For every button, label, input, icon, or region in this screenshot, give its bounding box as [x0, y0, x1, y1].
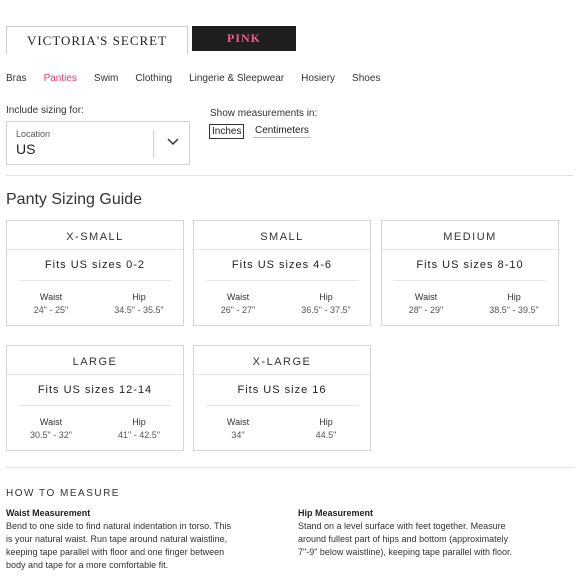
size-card-large: LARGE Fits US sizes 12-14 Waist 30.5" - … [6, 345, 184, 451]
waist-column: Waist 30.5" - 32" [11, 417, 91, 440]
size-card-x-small: X-SMALL Fits US sizes 0-2 Waist 24" - 25… [6, 220, 184, 326]
chevron-down-icon[interactable] [165, 134, 181, 150]
waist-value: 28" - 29" [408, 305, 444, 315]
card-divider [206, 405, 358, 406]
hip-value: 41" - 42.5" [118, 430, 160, 440]
size-name: MEDIUM [443, 231, 497, 243]
size-fits: Fits US sizes 0-2 [44, 259, 146, 271]
include-sizing-label: Include sizing for: [6, 105, 84, 116]
hip-column: Hip 41" - 42.5" [99, 417, 179, 440]
hip-measurement-title: Hip Measurement [298, 508, 374, 518]
waist-measurement-title: Waist Measurement [6, 508, 91, 518]
hip-measurement-line: around fullest part of hips and bottom (… [298, 534, 509, 544]
card-divider [394, 280, 546, 281]
waist-measurement-section: Waist Measurement Bend to one side to fi… [6, 507, 291, 572]
card-divider [7, 374, 183, 375]
waist-measurement-line: is your natural waist. Run tape around n… [6, 534, 228, 544]
size-name: LARGE [72, 356, 118, 368]
waist-value: 34" [231, 430, 245, 440]
hip-value: 38.5" - 39.5" [489, 305, 539, 315]
nav-item-panties[interactable]: Panties [44, 73, 77, 84]
hip-value: 44.5" [315, 430, 337, 440]
nav-item-hosiery[interactable]: Hosiery [301, 73, 335, 84]
hip-column: Hip 34.5" - 35.5" [99, 292, 179, 315]
hip-measurement-line: Stand on a level surface with feet toget… [298, 521, 506, 531]
nav-item-lingerie-sleepwear[interactable]: Lingerie & Sleepwear [189, 73, 284, 84]
waist-column: Waist 34" [198, 417, 278, 440]
nav-item-shoes[interactable]: Shoes [352, 73, 380, 84]
size-name: X-SMALL [66, 231, 124, 243]
card-divider [7, 249, 183, 250]
card-divider [19, 405, 171, 406]
hip-column: Hip 44.5" [286, 417, 366, 440]
section-divider [6, 467, 574, 468]
size-name: X-LARGE [252, 356, 312, 368]
hip-label: Hip [132, 292, 146, 302]
waist-label: Waist [414, 292, 438, 302]
size-name: SMALL [260, 231, 304, 243]
waist-measurement-line: Bend to one side to find natural indenta… [6, 521, 231, 531]
hip-measurement-section: Hip Measurement Stand on a level surface… [298, 507, 576, 559]
waist-measurement-line: body and tape for a more comfortable fit… [6, 560, 169, 570]
nav-item-bras[interactable]: Bras [6, 73, 27, 84]
location-value: US [16, 141, 36, 157]
hip-value: 36.5" - 37.5" [301, 305, 351, 315]
waist-value: 24" - 25" [33, 305, 69, 315]
hip-label: Hip [507, 292, 521, 302]
waist-measurement-line: keeping tape parallel with floor and one… [6, 547, 225, 557]
size-fits: Fits US sizes 4-6 [231, 259, 333, 271]
unit-centimeters-button[interactable]: Centimeters [253, 124, 311, 138]
card-divider [19, 280, 171, 281]
unit-inches-button[interactable]: Inches [209, 124, 245, 139]
category-nav: Bras Panties Swim Clothing Lingerie & Sl… [6, 73, 397, 84]
size-card-medium: MEDIUM Fits US sizes 8-10 Waist 28" - 29… [381, 220, 559, 326]
location-label: Location [16, 129, 51, 139]
waist-value: 26" - 27" [220, 305, 256, 315]
pink-tab[interactable]: PINK [192, 26, 296, 51]
card-divider [194, 374, 370, 375]
hip-label: Hip [319, 292, 333, 302]
card-divider [206, 280, 358, 281]
brand-tabs: VICTORIA'S SECRET PINK [6, 26, 296, 54]
waist-label: Waist [39, 417, 63, 427]
size-card-small: SMALL Fits US sizes 4-6 Waist 26" - 27" … [193, 220, 371, 326]
size-fits: Fits US sizes 8-10 [416, 259, 524, 271]
page-title: Panty Sizing Guide [6, 191, 143, 208]
section-divider [6, 175, 574, 176]
hip-label: Hip [132, 417, 146, 427]
hip-column: Hip 38.5" - 39.5" [474, 292, 554, 315]
card-divider [194, 249, 370, 250]
waist-label: Waist [226, 417, 250, 427]
hip-measurement-line: 7"-9" below waistline), keeping tape par… [298, 547, 513, 557]
size-fits: Fits US sizes 12-14 [37, 384, 153, 396]
select-divider [153, 130, 154, 158]
waist-label: Waist [226, 292, 250, 302]
waist-label: Waist [39, 292, 63, 302]
location-select[interactable]: Location US [6, 121, 190, 165]
waist-value: 30.5" - 32" [30, 430, 72, 440]
measurements-label: Show measurements in: [210, 108, 318, 119]
card-divider [382, 249, 558, 250]
size-fits: Fits US size 16 [237, 384, 327, 396]
size-card-x-large: X-LARGE Fits US size 16 Waist 34" Hip 44… [193, 345, 371, 451]
nav-item-clothing[interactable]: Clothing [135, 73, 172, 84]
waist-column: Waist 26" - 27" [198, 292, 278, 315]
nav-item-swim[interactable]: Swim [94, 73, 118, 84]
hip-column: Hip 36.5" - 37.5" [286, 292, 366, 315]
waist-column: Waist 28" - 29" [386, 292, 466, 315]
hip-value: 34.5" - 35.5" [114, 305, 164, 315]
victorias-secret-tab[interactable]: VICTORIA'S SECRET [6, 26, 188, 54]
waist-column: Waist 24" - 25" [11, 292, 91, 315]
hip-label: Hip [319, 417, 333, 427]
how-to-measure-title: HOW TO MEASURE [6, 488, 120, 499]
